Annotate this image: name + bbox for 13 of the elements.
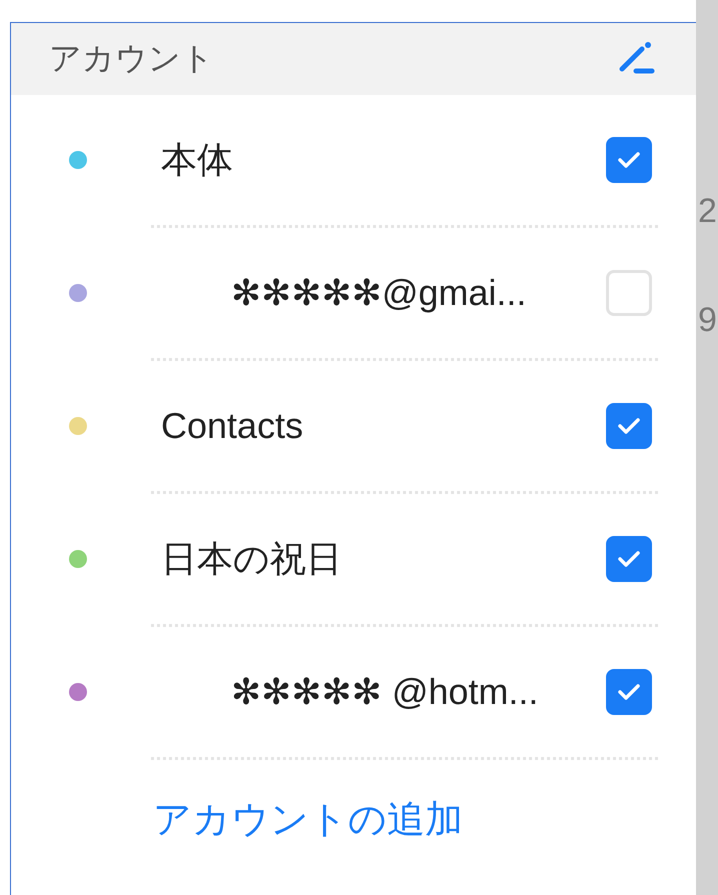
account-name: ✻✻✻✻✻@gmai... — [231, 272, 528, 314]
checkbox[interactable] — [606, 669, 652, 715]
checkbox[interactable] — [606, 403, 652, 449]
checkbox[interactable] — [606, 536, 652, 582]
account-name: 本体 — [161, 138, 234, 182]
checkbox[interactable] — [606, 137, 652, 183]
account-name: Contacts — [161, 405, 304, 447]
date-number: 9 — [697, 301, 718, 340]
panel-title: アカウント — [49, 39, 214, 78]
account-name: ✻✻✻✻✻ @hotm... — [231, 671, 540, 713]
account-name: 日本の祝日 — [161, 536, 343, 580]
add-account-link[interactable]: アカウントの追加 — [153, 794, 696, 845]
date-number: 2 — [697, 192, 718, 231]
